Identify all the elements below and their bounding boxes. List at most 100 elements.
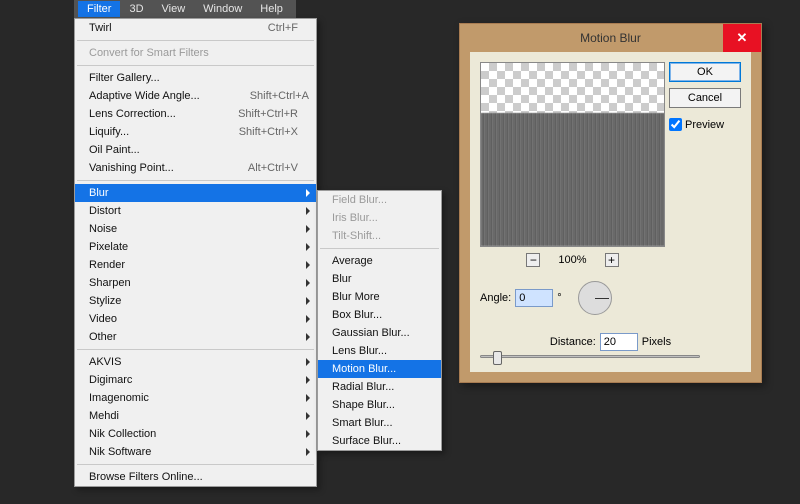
menu-item-label: Blur More — [332, 291, 380, 303]
menu-item-label: Twirl — [89, 22, 112, 34]
menu-item-label: Surface Blur... — [332, 435, 401, 447]
motion-blur-dialog: Motion Blur ✕ OK Cancel Preview − 100% +… — [459, 23, 762, 383]
close-button[interactable]: ✕ — [723, 24, 761, 52]
dialog-titlebar[interactable]: Motion Blur ✕ — [460, 24, 761, 52]
distance-slider[interactable] — [480, 355, 700, 358]
dialog-title: Motion Blur — [580, 31, 641, 45]
menu-lens-correction[interactable]: Lens Correction... Shift+Ctrl+R — [75, 105, 316, 123]
menu-noise[interactable]: Noise — [75, 220, 316, 238]
menu-other[interactable]: Other — [75, 328, 316, 346]
menu-item-label: Average — [332, 255, 373, 267]
distance-input[interactable] — [600, 333, 638, 351]
chevron-right-icon — [306, 225, 310, 233]
menu-item-label: Blur — [89, 187, 109, 199]
submenu-blur-more[interactable]: Blur More — [318, 288, 441, 306]
submenu-surface-blur[interactable]: Surface Blur... — [318, 432, 441, 450]
menu-distort[interactable]: Distort — [75, 202, 316, 220]
submenu-radial-blur[interactable]: Radial Blur... — [318, 378, 441, 396]
menu-nik-software[interactable]: Nik Software — [75, 443, 316, 461]
preview-thumbnail[interactable] — [480, 62, 665, 247]
menu-oil-paint[interactable]: Oil Paint... — [75, 141, 316, 159]
chevron-right-icon — [306, 207, 310, 215]
menu-vanishing-point[interactable]: Vanishing Point...Alt+Ctrl+V — [75, 159, 316, 177]
chevron-right-icon — [306, 261, 310, 269]
slider-thumb[interactable] — [493, 351, 502, 365]
separator — [77, 464, 314, 465]
distance-label: Distance: — [550, 336, 596, 348]
menu-render[interactable]: Render — [75, 256, 316, 274]
menu-item-label: Adaptive Wide Angle... — [89, 90, 200, 102]
menu-item-label: Gaussian Blur... — [332, 327, 410, 339]
menu-item-label: Digimarc — [89, 374, 132, 386]
zoom-level: 100% — [558, 254, 586, 266]
chevron-right-icon — [306, 315, 310, 323]
shortcut-label: Ctrl+F — [268, 22, 298, 34]
menu-item-label: Render — [89, 259, 125, 271]
submenu-smart-blur[interactable]: Smart Blur... — [318, 414, 441, 432]
menu-item-label: Imagenomic — [89, 392, 149, 404]
submenu-lens-blur[interactable]: Lens Blur... — [318, 342, 441, 360]
menu-item-label: Distort — [89, 205, 121, 217]
submenu-motion-blur[interactable]: Motion Blur... — [318, 360, 441, 378]
menu-item-label: Nik Software — [89, 446, 151, 458]
menu-filter-gallery[interactable]: Filter Gallery... — [75, 69, 316, 87]
separator — [320, 248, 439, 249]
menubar-item-window[interactable]: Window — [194, 1, 251, 17]
menu-digimarc[interactable]: Digimarc — [75, 371, 316, 389]
submenu-iris-blur[interactable]: Iris Blur... — [318, 209, 441, 227]
menu-item-label: Tilt-Shift... — [332, 230, 381, 242]
menubar-item-3d[interactable]: 3D — [120, 1, 152, 17]
dialog-buttons: OK Cancel Preview — [669, 62, 741, 131]
shortcut-label: Alt+Ctrl+V — [248, 162, 298, 174]
distance-unit: Pixels — [642, 336, 671, 348]
menu-item-label: Shape Blur... — [332, 399, 395, 411]
menu-akvis[interactable]: AKVIS — [75, 353, 316, 371]
preview-checkbox-row[interactable]: Preview — [669, 118, 741, 131]
chevron-right-icon — [306, 376, 310, 384]
ok-button[interactable]: OK — [669, 62, 741, 82]
angle-input[interactable] — [515, 289, 553, 307]
dialog-body: OK Cancel Preview − 100% + Angle: ° Dist… — [460, 52, 761, 382]
menu-mehdi[interactable]: Mehdi — [75, 407, 316, 425]
menu-imagenomic[interactable]: Imagenomic — [75, 389, 316, 407]
menu-video[interactable]: Video — [75, 310, 316, 328]
cancel-button[interactable]: Cancel — [669, 88, 741, 108]
shortcut-label: Shift+Ctrl+R — [238, 108, 298, 120]
zoom-out-button[interactable]: − — [526, 253, 540, 267]
menu-blur[interactable]: Blur — [75, 184, 316, 202]
submenu-box-blur[interactable]: Box Blur... — [318, 306, 441, 324]
menu-item-label: Field Blur... — [332, 194, 387, 206]
menu-item-label: Lens Correction... — [89, 108, 176, 120]
submenu-blur[interactable]: Blur — [318, 270, 441, 288]
submenu-average[interactable]: Average — [318, 252, 441, 270]
menu-pixelate[interactable]: Pixelate — [75, 238, 316, 256]
menubar-item-help[interactable]: Help — [251, 1, 292, 17]
submenu-shape-blur[interactable]: Shape Blur... — [318, 396, 441, 414]
menu-item-label: Convert for Smart Filters — [89, 47, 209, 59]
menu-last-filter[interactable]: Twirl Ctrl+F — [75, 19, 316, 37]
preview-checkbox[interactable] — [669, 118, 682, 131]
shortcut-label: Shift+Ctrl+X — [239, 126, 298, 138]
menubar-item-filter[interactable]: Filter — [78, 1, 120, 17]
menu-sharpen[interactable]: Sharpen — [75, 274, 316, 292]
preview-label: Preview — [685, 119, 724, 131]
menubar-item-view[interactable]: View — [153, 1, 195, 17]
menu-adaptive-wide-angle[interactable]: Adaptive Wide Angle...Shift+Ctrl+A — [75, 87, 316, 105]
menu-browse-filters-online[interactable]: Browse Filters Online... — [75, 468, 316, 486]
angle-wheel[interactable] — [578, 281, 612, 315]
angle-label: Angle: — [480, 292, 511, 304]
submenu-tilt-shift[interactable]: Tilt-Shift... — [318, 227, 441, 245]
chevron-right-icon — [306, 279, 310, 287]
submenu-field-blur[interactable]: Field Blur... — [318, 191, 441, 209]
menu-item-label: Filter Gallery... — [89, 72, 160, 84]
menu-liquify[interactable]: Liquify...Shift+Ctrl+X — [75, 123, 316, 141]
menu-nik-collection[interactable]: Nik Collection — [75, 425, 316, 443]
menu-stylize[interactable]: Stylize — [75, 292, 316, 310]
submenu-gaussian-blur[interactable]: Gaussian Blur... — [318, 324, 441, 342]
menu-item-label: Browse Filters Online... — [89, 471, 203, 483]
menu-item-label: Other — [89, 331, 117, 343]
menu-item-label: Nik Collection — [89, 428, 156, 440]
zoom-in-button[interactable]: + — [605, 253, 619, 267]
filter-menu: Twirl Ctrl+F Convert for Smart Filters F… — [74, 18, 317, 487]
menu-item-label: Video — [89, 313, 117, 325]
